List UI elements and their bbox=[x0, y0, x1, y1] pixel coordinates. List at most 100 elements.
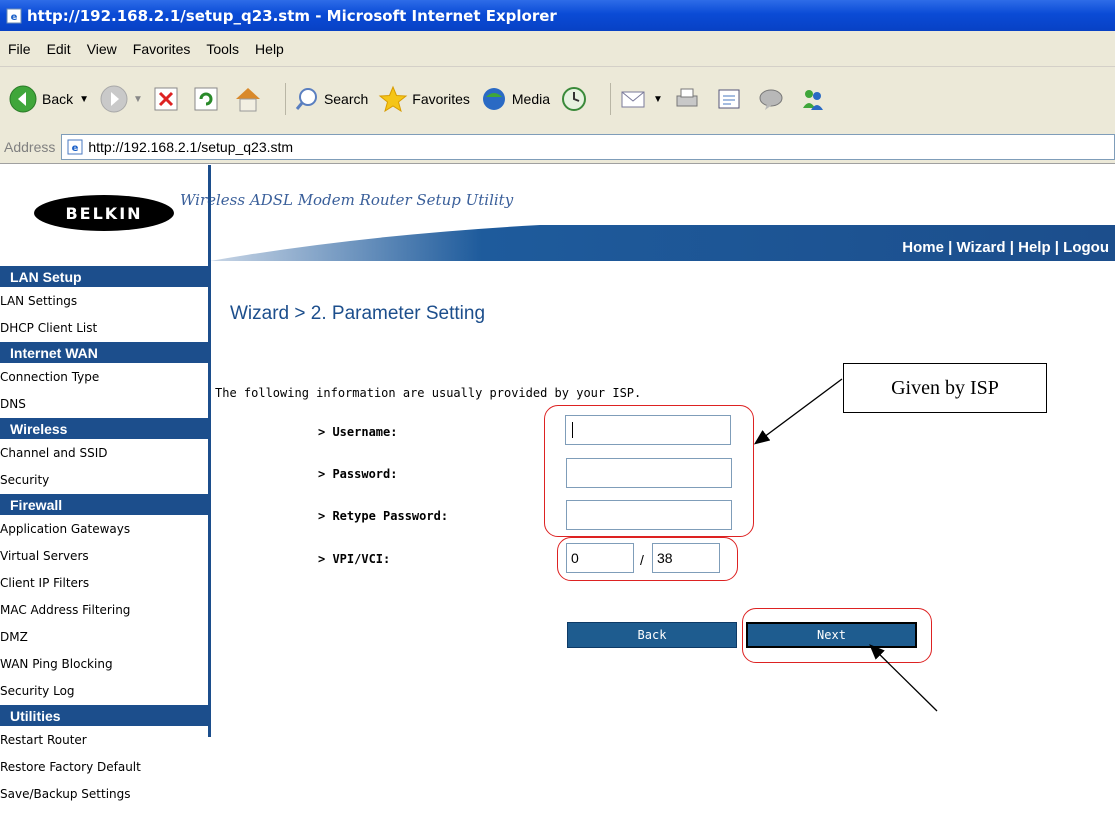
edit-page-icon bbox=[718, 89, 740, 109]
history-button[interactable] bbox=[560, 85, 592, 113]
ie-page-icon: e bbox=[6, 8, 22, 23]
info-text: The following information are usually pr… bbox=[215, 386, 642, 400]
svg-text:e: e bbox=[72, 143, 79, 154]
address-field[interactable]: e http://192.168.2.1/setup_q23.stm bbox=[61, 134, 1115, 160]
page-icon: e bbox=[67, 139, 83, 155]
back-arrow-icon bbox=[9, 85, 37, 113]
sidebar-item-virtual-servers[interactable]: Virtual Servers bbox=[0, 542, 210, 569]
svg-text:e: e bbox=[11, 12, 18, 23]
stop-icon bbox=[154, 87, 178, 111]
menu-tools[interactable]: Tools bbox=[206, 41, 239, 57]
mail-dropdown-icon[interactable]: ▼ bbox=[653, 94, 663, 105]
password-label: > Password: bbox=[318, 467, 398, 481]
menu-help[interactable]: Help bbox=[255, 41, 284, 57]
refresh-icon bbox=[194, 87, 218, 111]
sidebar-head-wan: Internet WAN bbox=[0, 341, 210, 363]
messenger-button[interactable] bbox=[799, 86, 831, 112]
page-title: Wizard > 2. Parameter Setting bbox=[230, 303, 486, 324]
media-label: Media bbox=[511, 91, 551, 107]
router-page: BELKIN Wireless ADSL Modem Router Setup … bbox=[0, 165, 1115, 837]
logout-link[interactable]: Logou bbox=[1063, 239, 1109, 256]
sidebar-item-dmz[interactable]: DMZ bbox=[0, 623, 210, 650]
address-url: http://192.168.2.1/setup_q23.stm bbox=[88, 139, 294, 155]
menu-view[interactable]: View bbox=[87, 41, 117, 57]
forward-button[interactable]: ▼ bbox=[99, 84, 143, 114]
forward-arrow-icon bbox=[100, 85, 128, 113]
link-separator: | bbox=[1050, 239, 1064, 256]
favorites-label: Favorites bbox=[412, 91, 470, 107]
sidebar-item-lan-settings[interactable]: LAN Settings bbox=[0, 287, 210, 314]
menu-bar: File Edit View Favorites Tools Help bbox=[0, 31, 1115, 67]
sidebar: LAN Setup LAN Settings DHCP Client List … bbox=[0, 265, 210, 807]
home-icon bbox=[235, 88, 260, 112]
toolbar-separator bbox=[610, 83, 612, 115]
back-dropdown-icon[interactable]: ▼ bbox=[79, 94, 89, 105]
printer-icon bbox=[676, 88, 698, 107]
sidebar-item-application-gateways[interactable]: Application Gateways bbox=[0, 515, 210, 542]
next-button-highlight bbox=[742, 608, 932, 663]
window-title: http://192.168.2.1/setup_q23.stm - Micro… bbox=[27, 6, 557, 25]
wizard-link[interactable]: Wizard bbox=[957, 239, 1006, 256]
search-icon bbox=[295, 88, 317, 110]
search-label: Search bbox=[323, 91, 369, 107]
mail-icon bbox=[621, 91, 645, 108]
sidebar-head-firewall: Firewall bbox=[0, 493, 210, 515]
sidebar-item-save-backup-settings[interactable]: Save/Backup Settings bbox=[0, 780, 210, 807]
media-icon bbox=[482, 88, 505, 110]
sidebar-head-utilities: Utilities bbox=[0, 704, 210, 726]
belkin-logo: BELKIN bbox=[34, 195, 174, 231]
username-label: > Username: bbox=[318, 425, 398, 439]
tagline: Wireless ADSL Modem Router Setup Utility bbox=[180, 191, 514, 209]
link-separator: | bbox=[1005, 239, 1019, 256]
back-nav-button[interactable]: Back bbox=[567, 622, 737, 648]
sidebar-item-wan-ping-blocking[interactable]: WAN Ping Blocking bbox=[0, 650, 210, 677]
menu-edit[interactable]: Edit bbox=[47, 41, 71, 57]
back-button[interactable]: Back ▼ bbox=[8, 84, 89, 114]
sidebar-divider bbox=[208, 165, 211, 737]
sidebar-item-wireless-security[interactable]: Security bbox=[0, 466, 210, 493]
vpi-vci-label: > VPI/VCI: bbox=[318, 552, 391, 566]
address-bar: Address e http://192.168.2.1/setup_q23.s… bbox=[0, 131, 1115, 164]
print-button[interactable] bbox=[673, 86, 705, 112]
refresh-button[interactable] bbox=[193, 86, 223, 112]
sidebar-item-restore-factory-default[interactable]: Restore Factory Default bbox=[0, 753, 210, 780]
search-button[interactable]: Search bbox=[294, 86, 368, 112]
history-icon bbox=[562, 87, 587, 111]
sidebar-item-channel-ssid[interactable]: Channel and SSID bbox=[0, 439, 210, 466]
home-button[interactable] bbox=[233, 85, 267, 113]
media-button[interactable]: Media bbox=[480, 85, 550, 113]
sidebar-head-lan: LAN Setup bbox=[0, 265, 210, 287]
discuss-button[interactable] bbox=[757, 86, 789, 112]
sidebar-head-wireless: Wireless bbox=[0, 417, 210, 439]
discuss-icon bbox=[759, 89, 783, 110]
annotation-callout: Given by ISP bbox=[843, 363, 1047, 413]
sidebar-item-client-ip-filters[interactable]: Client IP Filters bbox=[0, 569, 210, 596]
vpi-vci-highlight bbox=[557, 537, 738, 581]
menu-file[interactable]: File bbox=[8, 41, 31, 57]
sidebar-item-security-log[interactable]: Security Log bbox=[0, 677, 210, 704]
sidebar-item-dhcp-client-list[interactable]: DHCP Client List bbox=[0, 314, 210, 341]
window-titlebar: e http://192.168.2.1/setup_q23.stm - Mic… bbox=[0, 0, 1115, 31]
toolbar-separator bbox=[284, 83, 286, 115]
edit-button[interactable] bbox=[715, 86, 747, 112]
address-label: Address bbox=[4, 139, 56, 155]
sidebar-item-connection-type[interactable]: Connection Type bbox=[0, 363, 210, 390]
messenger-icon bbox=[802, 90, 823, 110]
menu-favorites[interactable]: Favorites bbox=[133, 41, 191, 57]
link-separator: | bbox=[943, 239, 957, 256]
mail-button[interactable]: ▼ bbox=[619, 86, 663, 112]
top-links: Home | Wizard | Help | Logou bbox=[902, 239, 1109, 256]
callout-arrow bbox=[753, 378, 843, 445]
stop-button[interactable] bbox=[153, 86, 183, 112]
favorites-button[interactable]: Favorites bbox=[378, 85, 470, 113]
sidebar-item-mac-address-filtering[interactable]: MAC Address Filtering bbox=[0, 596, 210, 623]
sidebar-item-restart-router[interactable]: Restart Router bbox=[0, 726, 210, 753]
star-icon bbox=[378, 85, 408, 113]
isp-fields-highlight bbox=[544, 405, 754, 537]
browser-toolbar: Back ▼ ▼ Search Favorites Media ▼ bbox=[0, 67, 1115, 131]
retype-password-label: > Retype Password: bbox=[318, 509, 449, 523]
help-link[interactable]: Help bbox=[1018, 239, 1051, 256]
forward-dropdown-icon[interactable]: ▼ bbox=[133, 94, 143, 105]
home-link[interactable]: Home bbox=[902, 239, 944, 256]
sidebar-item-dns[interactable]: DNS bbox=[0, 390, 210, 417]
